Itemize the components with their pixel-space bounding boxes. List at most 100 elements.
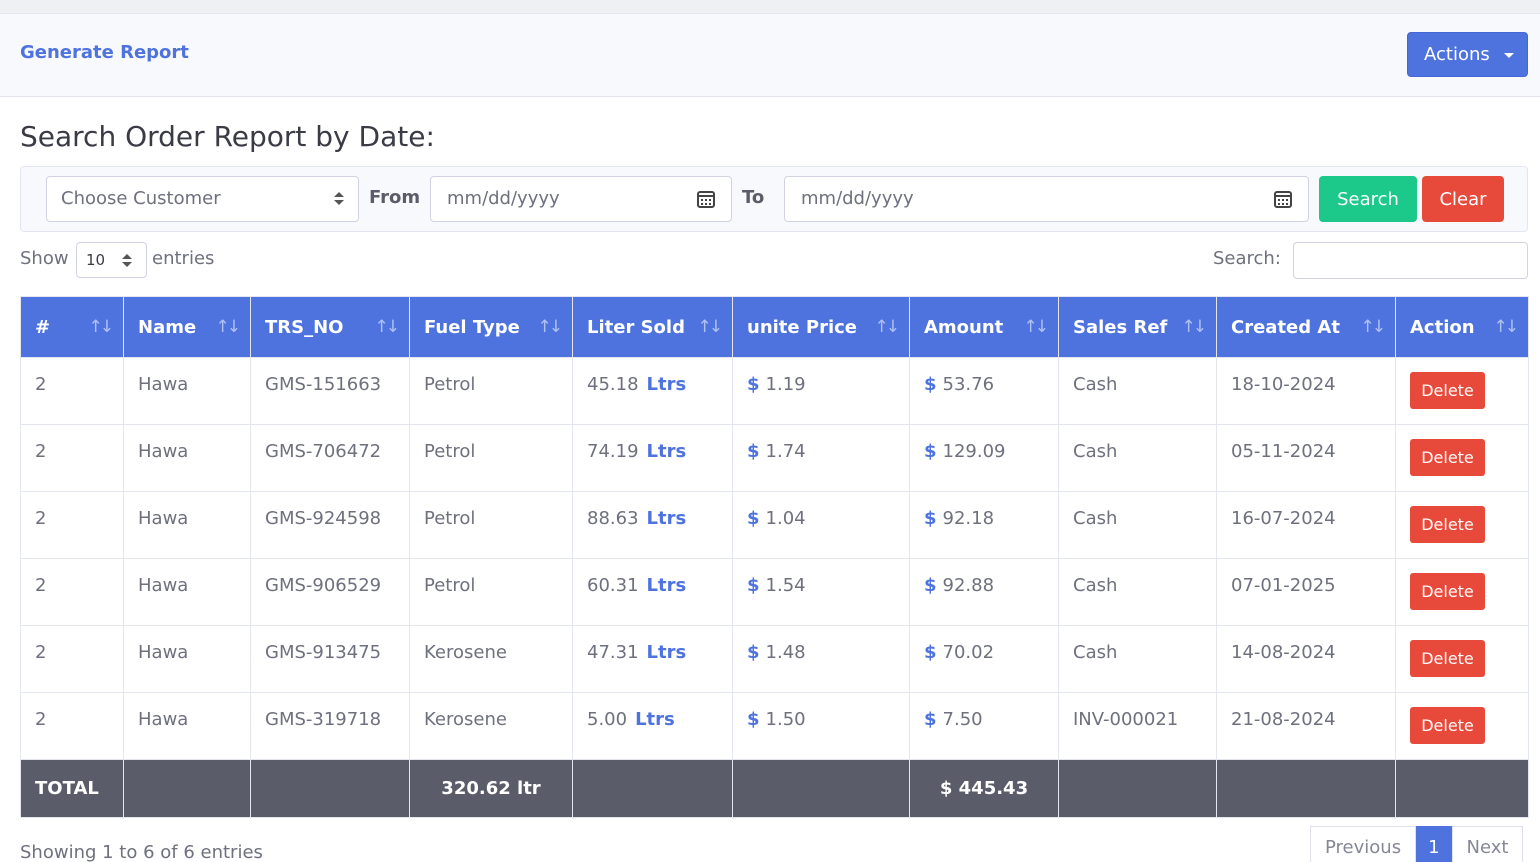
liters-unit: Ltrs (635, 709, 675, 730)
customer-name: Hawa (123, 692, 251, 760)
table-search-input[interactable] (1293, 242, 1528, 279)
sales-ref: Cash (1058, 625, 1217, 693)
clear-button[interactable]: Clear (1422, 176, 1504, 222)
select-arrows-icon (122, 254, 132, 268)
currency-symbol: $ (747, 441, 760, 462)
liters-value: 45.18 (587, 374, 639, 395)
top-strip (0, 0, 1540, 14)
liters-cell: 45.18 Ltrs (572, 357, 733, 425)
customer-name: Hawa (123, 558, 251, 626)
price-cell: $1.04 (732, 491, 910, 559)
previous-page-button[interactable]: Previous (1310, 826, 1417, 862)
liters-value: 74.19 (587, 441, 639, 462)
sales-ref: INV-000021 (1058, 692, 1217, 760)
amount-value: 70.02 (942, 642, 995, 663)
price-cell: $1.50 (732, 692, 910, 760)
section-title: Search Order Report by Date: (20, 120, 435, 153)
delete-button[interactable]: Delete (1410, 639, 1485, 677)
total-liters: 320.62 ltr (409, 759, 573, 818)
column-header-name[interactable]: Name ↑↓ (123, 296, 251, 358)
entries-length-select[interactable]: 10 (76, 242, 147, 278)
liters-value: 60.31 (587, 575, 639, 596)
sort-icon: ↑↓ (537, 317, 563, 337)
customer-name: Hawa (123, 625, 251, 693)
page-1-button[interactable]: 1 (1416, 826, 1452, 862)
column-header-unit-price[interactable]: unite Price ↑↓ (732, 296, 910, 358)
liters-unit: Ltrs (646, 374, 687, 395)
from-date-input[interactable]: mm/dd/yyyy (430, 176, 732, 222)
to-date-input[interactable]: mm/dd/yyyy (784, 176, 1309, 222)
currency-symbol: $ (924, 374, 937, 395)
trs-number: GMS-706472 (250, 424, 410, 492)
column-header-fuel-type[interactable]: Fuel Type ↑↓ (409, 296, 573, 358)
created-at: 14-08-2024 (1216, 625, 1396, 693)
price-value: 1.19 (765, 374, 806, 395)
liters-value: 5.00 (587, 709, 628, 730)
table-row: 2 Hawa GMS-913475 Kerosene 47.31 Ltrs $1.48 $70… (20, 625, 1529, 693)
delete-button[interactable]: Delete (1410, 572, 1485, 610)
from-label: From (369, 187, 421, 208)
entries-label: entries (152, 248, 215, 269)
table-row: 2 Hawa GMS-906529 Petrol 60.31 Ltrs $1.54 $92.8… (20, 558, 1529, 626)
table-row: 2 Hawa GMS-319718 Kerosene 5.00 Ltrs $1.50 $7.5… (20, 692, 1529, 760)
delete-button[interactable]: Delete (1410, 505, 1485, 543)
amount-value: 129.09 (942, 441, 1006, 462)
fuel-type: Kerosene (409, 692, 573, 760)
currency-symbol: $ (924, 508, 937, 529)
sort-icon: ↑↓ (374, 317, 400, 337)
column-header-sales-ref[interactable]: Sales Ref ↑↓ (1058, 296, 1217, 358)
table-row: 2 Hawa GMS-151663 Petrol 45.18 Ltrs $1.19 $53.7… (20, 357, 1529, 425)
caret-down-icon (1504, 53, 1514, 58)
sort-icon: ↑↓ (215, 317, 241, 337)
row-number: 2 (20, 424, 124, 492)
row-number: 2 (20, 625, 124, 693)
customer-select-value: Choose Customer (61, 188, 221, 209)
currency-symbol: $ (924, 709, 937, 730)
trs-number: GMS-151663 (250, 357, 410, 425)
sales-ref: Cash (1058, 491, 1217, 559)
column-header-trs-no[interactable]: TRS_NO ↑↓ (250, 296, 410, 358)
filter-bar: Choose Customer From mm/dd/yyyy To mm/dd… (20, 166, 1528, 232)
amount-value: 7.50 (942, 709, 983, 730)
next-page-button[interactable]: Next (1451, 826, 1524, 862)
column-header-amount[interactable]: Amount ↑↓ (909, 296, 1059, 358)
select-arrows-icon (334, 192, 344, 206)
currency-symbol: $ (924, 575, 937, 596)
total-label: TOTAL (20, 759, 124, 818)
customer-select[interactable]: Choose Customer (46, 176, 359, 222)
column-header-action[interactable]: Action ↑↓ (1395, 296, 1529, 358)
fuel-type: Petrol (409, 357, 573, 425)
price-value: 1.54 (765, 575, 806, 596)
price-value: 1.50 (765, 709, 806, 730)
table-row: 2 Hawa GMS-706472 Petrol 74.19 Ltrs $1.74 $129.… (20, 424, 1529, 492)
delete-button[interactable]: Delete (1410, 438, 1485, 476)
action-cell: Delete (1395, 357, 1529, 425)
created-at: 07-01-2025 (1216, 558, 1396, 626)
liters-value: 88.63 (587, 508, 639, 529)
created-at: 21-08-2024 (1216, 692, 1396, 760)
search-button[interactable]: Search (1319, 176, 1417, 222)
customer-name: Hawa (123, 491, 251, 559)
amount-value: 92.18 (942, 508, 995, 529)
currency-symbol: $ (924, 642, 937, 663)
amount-cell: $70.02 (909, 625, 1059, 693)
actions-dropdown-button[interactable]: Actions (1407, 32, 1528, 77)
liters-unit: Ltrs (646, 441, 687, 462)
column-header-num[interactable]: # ↑↓ (20, 296, 124, 358)
price-cell: $1.48 (732, 625, 910, 693)
sort-icon: ↑↓ (874, 317, 900, 337)
card-header: Generate Report Actions (0, 14, 1540, 97)
column-header-liter-sold[interactable]: Liter Sold ↑↓ (572, 296, 733, 358)
delete-button[interactable]: Delete (1410, 371, 1485, 409)
calendar-icon[interactable] (1274, 191, 1292, 208)
table-info: Showing 1 to 6 of 6 entries (20, 842, 263, 862)
delete-button[interactable]: Delete (1410, 706, 1485, 744)
show-label: Show (20, 248, 69, 269)
column-header-created-at[interactable]: Created At ↑↓ (1216, 296, 1396, 358)
liters-cell: 88.63 Ltrs (572, 491, 733, 559)
table-row: 2 Hawa GMS-924598 Petrol 88.63 Ltrs $1.04 $92.1… (20, 491, 1529, 559)
row-number: 2 (20, 357, 124, 425)
calendar-icon[interactable] (697, 191, 715, 208)
amount-cell: $129.09 (909, 424, 1059, 492)
currency-symbol: $ (747, 374, 760, 395)
